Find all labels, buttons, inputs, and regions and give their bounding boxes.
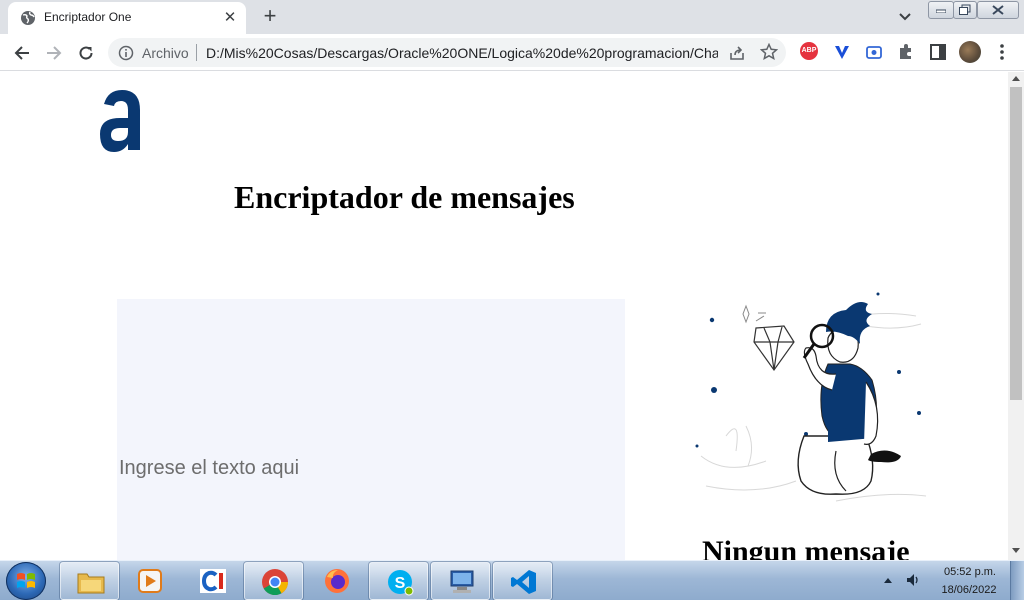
star-icon[interactable]	[760, 43, 778, 61]
taskbar-vscode[interactable]	[493, 562, 552, 600]
more-vert-icon[interactable]	[992, 42, 1012, 62]
show-desktop-button[interactable]	[1010, 561, 1024, 600]
reload-icon	[79, 46, 93, 60]
arrow-right-icon	[47, 46, 62, 60]
profile-avatar[interactable]	[959, 41, 981, 63]
taskbar-media-player[interactable]	[120, 562, 179, 600]
browser-toolbar: Archivo D:/Mis%20Cosas/Descargas/Oracle%…	[0, 34, 1024, 71]
restore-button[interactable]	[953, 1, 977, 19]
windows-explorer-icon	[77, 573, 105, 594]
show-hidden-icons-arrow[interactable]	[884, 578, 892, 583]
scroll-thumb[interactable]	[1010, 87, 1022, 400]
taskbar-chrome[interactable]	[244, 562, 303, 600]
clock-time[interactable]: 05:52 p.m.	[940, 566, 1000, 578]
side-panel-icon[interactable]	[928, 42, 948, 62]
address-bar[interactable]: Archivo D:/Mis%20Cosas/Descargas/Oracle%…	[108, 38, 786, 67]
forward-button[interactable]	[40, 39, 68, 67]
globe-icon	[21, 11, 35, 25]
page-title: Encriptador de mensajes	[234, 179, 575, 215]
arrow-left-icon	[14, 46, 29, 60]
tab-strip: Encriptador One ✕ +	[0, 0, 1024, 34]
chevron-down-icon[interactable]	[893, 6, 917, 28]
scheme-label: Archivo	[142, 45, 189, 61]
clock-date[interactable]: 18/06/2022	[936, 584, 1002, 596]
media-player-icon	[138, 569, 162, 593]
info-icon[interactable]	[118, 45, 134, 61]
close-tab-icon[interactable]: ✕	[220, 8, 240, 28]
windows-taskbar: S	[0, 560, 1024, 600]
vertical-scrollbar[interactable]	[1008, 72, 1024, 560]
speaker-icon[interactable]	[905, 572, 921, 588]
input-placeholder: Ingrese el texto aqui	[119, 457, 300, 479]
adblock-extension[interactable]: ABP	[800, 42, 820, 62]
url-text[interactable]: D:/Mis%20Cosas/Descargas/Oracle%20ONE/Lo…	[206, 45, 718, 61]
minimize-button[interactable]	[928, 1, 954, 19]
taskbar-firefox[interactable]	[307, 562, 366, 600]
close-window-button[interactable]	[977, 1, 1019, 19]
svg-text:S: S	[395, 575, 406, 592]
remote-desktop-icon	[450, 570, 474, 593]
share-icon[interactable]	[728, 44, 746, 62]
new-tab-button[interactable]: +	[256, 4, 284, 30]
firefox-icon	[325, 569, 349, 593]
taskbar-ccleaner[interactable]	[183, 562, 242, 600]
v-extension-icon[interactable]	[832, 42, 852, 62]
skype-icon: S	[388, 570, 414, 596]
abp-icon: ABP	[800, 42, 818, 60]
alura-logo	[100, 90, 140, 152]
screen-record-icon[interactable]	[864, 42, 884, 62]
ccleaner-icon	[200, 569, 226, 593]
person-with-magnifying-glass-illustration	[695, 292, 927, 502]
taskbar-skype[interactable]: S	[369, 562, 428, 600]
output-title: Ningun mensaje	[702, 535, 910, 560]
taskbar-explorer[interactable]	[60, 562, 119, 600]
reload-button[interactable]	[72, 39, 100, 67]
page-viewport: Encriptador de mensajes Ingrese el texto…	[0, 72, 1008, 560]
vscode-icon	[511, 570, 536, 594]
message-input[interactable]	[117, 299, 625, 560]
windows-logo-icon	[17, 573, 35, 588]
scroll-down-arrow[interactable]	[1012, 548, 1020, 553]
browser-tab[interactable]: Encriptador One ✕	[8, 2, 246, 34]
tab-title: Encriptador One	[44, 10, 132, 24]
back-button[interactable]	[8, 39, 36, 67]
taskbar-remote-desktop[interactable]	[431, 562, 490, 600]
chrome-icon	[262, 569, 289, 596]
scroll-up-arrow[interactable]	[1012, 76, 1020, 81]
divider	[196, 44, 197, 61]
start-button[interactable]	[6, 562, 46, 600]
puzzle-icon[interactable]	[896, 42, 916, 62]
